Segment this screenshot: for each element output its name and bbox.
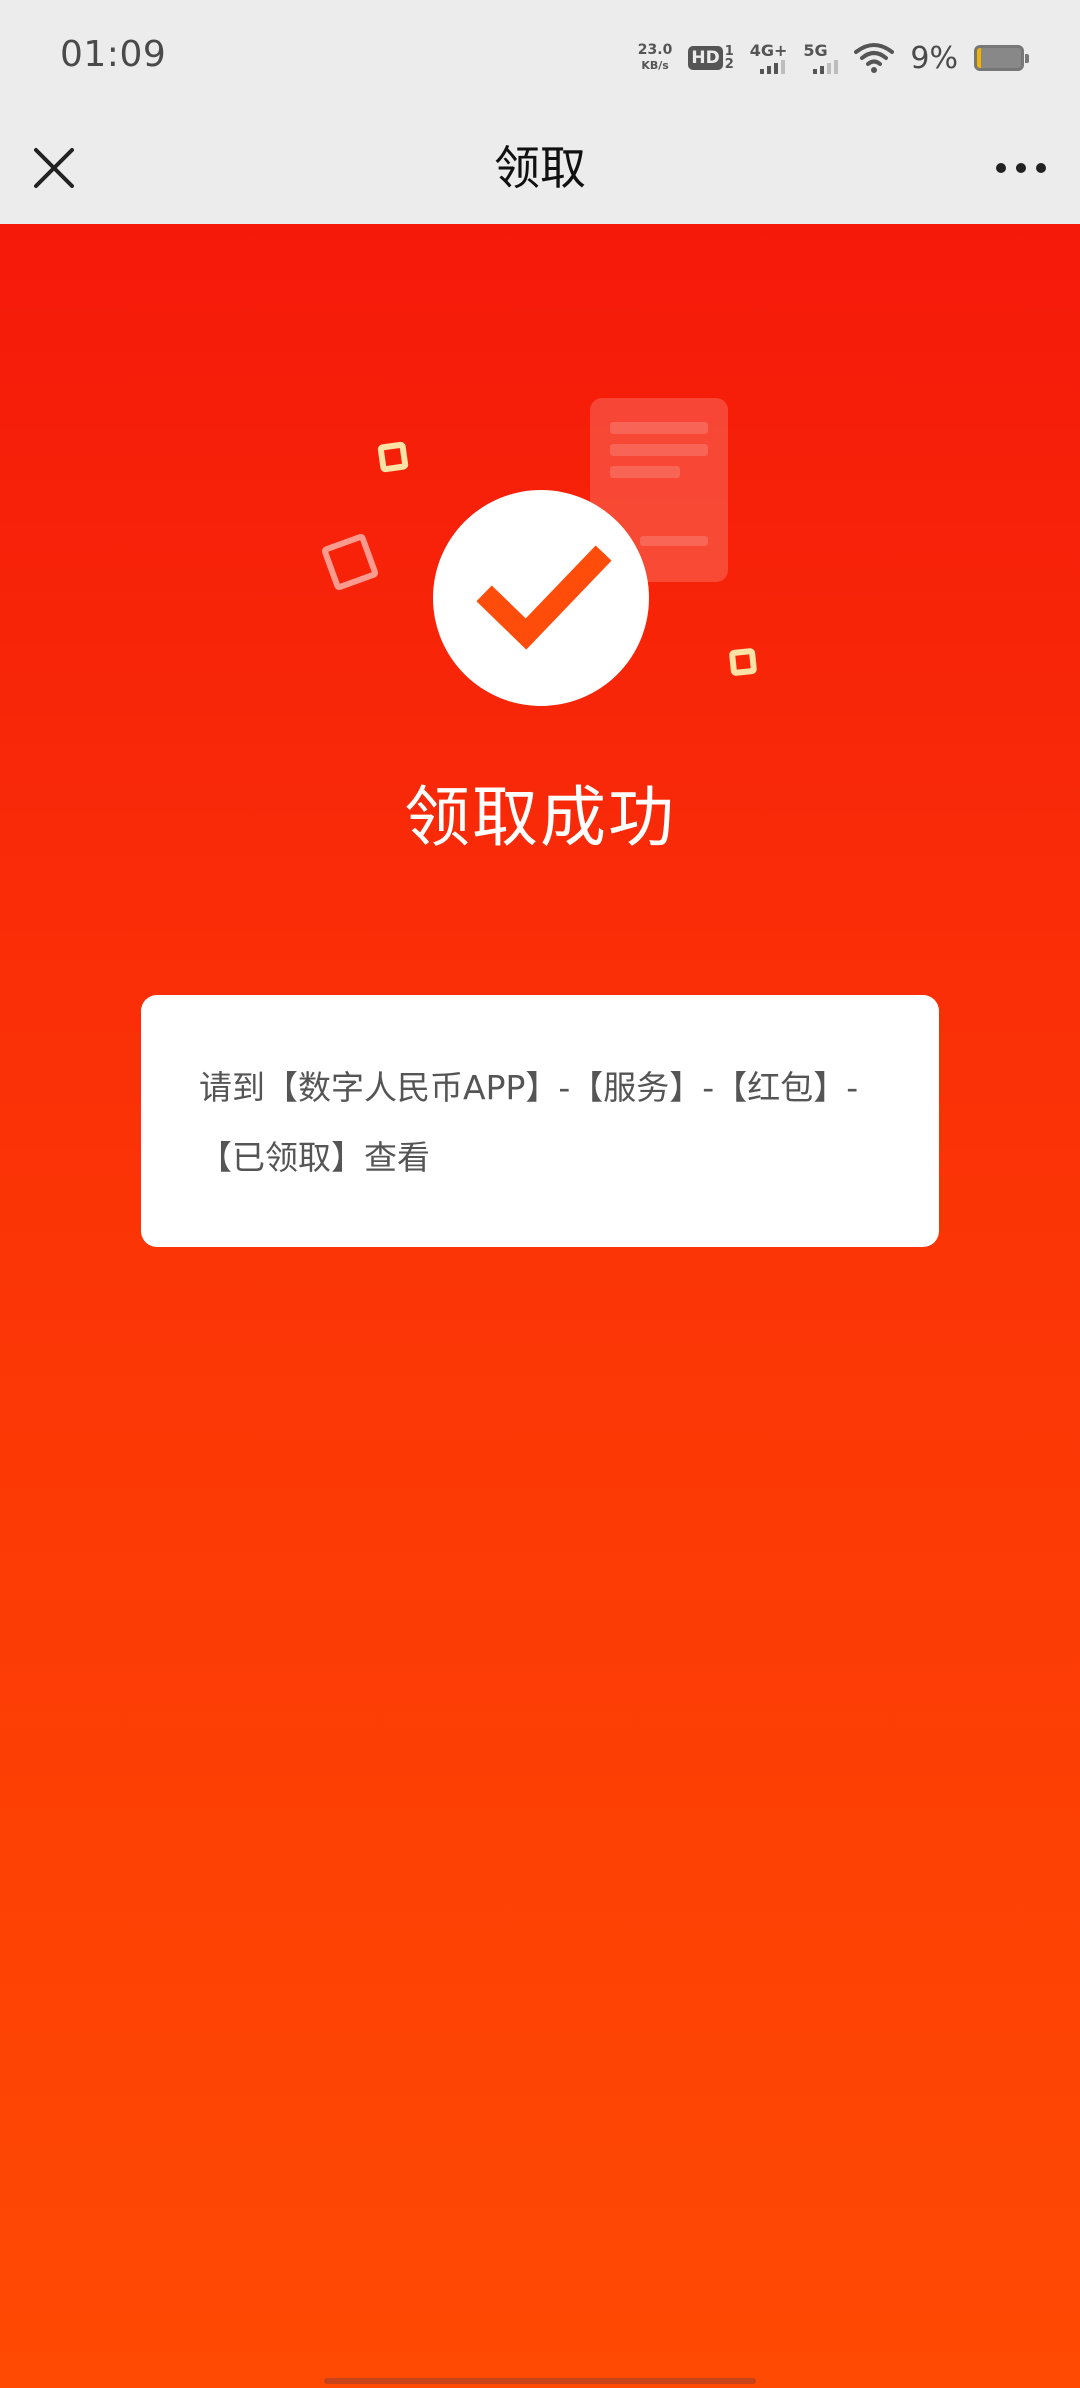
battery-icon	[974, 45, 1029, 71]
signal-bars	[813, 60, 839, 74]
square-sparkle-icon	[729, 648, 757, 676]
net-speed-indicator: 23.0 KB/s	[638, 43, 673, 73]
signal-5g-icon: 5G	[803, 41, 839, 74]
net-speed-unit: KB/s	[641, 59, 669, 72]
battery-fill	[977, 48, 981, 68]
hd-label: HD	[688, 46, 723, 70]
signal-bars	[759, 60, 785, 74]
check-circle-icon	[433, 490, 649, 706]
battery-percent: 9%	[910, 40, 958, 76]
hd-sim-indicator: 1 2	[725, 45, 734, 71]
hd-sim-bottom: 2	[724, 57, 734, 72]
signal-4g-label: 4G+	[749, 41, 788, 60]
main-content: 领取成功 请到【数字人民币APP】-【服务】-【红包】-【已领取】查看	[0, 224, 1080, 2388]
status-time: 01:09	[60, 34, 167, 75]
status-bar: 01:09 23.0 KB/s HD 1 2 4G+ 5G 9%	[0, 0, 1080, 112]
signal-4g-icon: 4G+	[749, 41, 788, 74]
square-sparkle-icon	[377, 441, 409, 473]
page-title: 领取	[494, 141, 586, 195]
home-indicator[interactable]	[324, 2378, 756, 2384]
more-button[interactable]	[986, 138, 1056, 198]
success-title: 领取成功	[404, 779, 676, 856]
info-card: 请到【数字人民币APP】-【服务】-【红包】-【已领取】查看	[141, 995, 939, 1247]
square-sparkle-icon	[321, 533, 379, 591]
info-text: 请到【数字人民币APP】-【服务】-【红包】-【已领取】查看	[199, 1068, 859, 1177]
signal-5g-label: 5G	[803, 41, 828, 60]
title-bar: 领取	[0, 112, 1080, 224]
status-icons: 23.0 KB/s HD 1 2 4G+ 5G 9%	[638, 36, 1029, 80]
hd-voice-icon: HD 1 2	[688, 45, 734, 71]
wifi-icon	[854, 43, 895, 73]
net-speed-value: 23.0	[637, 42, 673, 58]
more-dots-icon	[996, 163, 1046, 173]
success-illustration	[321, 398, 757, 706]
